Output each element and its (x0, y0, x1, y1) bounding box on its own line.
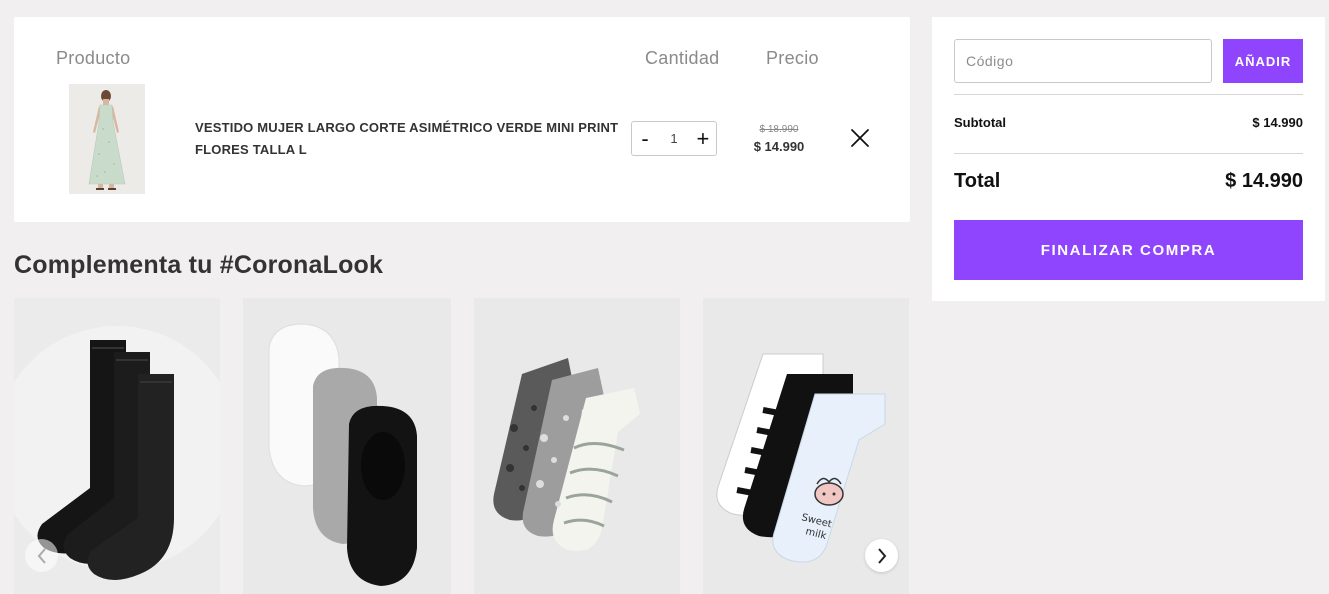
product-name[interactable]: VESTIDO MUJER LARGO CORTE ASIMÉTRICO VER… (195, 117, 625, 161)
subtotal-label: Subtotal (954, 115, 1006, 130)
total-value: $ 14.990 (1225, 170, 1303, 192)
order-summary-card: AÑADIR Subtotal $ 14.990 Total $ 14.990 … (932, 17, 1325, 301)
sale-price: $ 14.990 (753, 139, 805, 154)
subtotal-row: Subtotal $ 14.990 (954, 115, 1303, 130)
total-label: Total (954, 170, 1001, 192)
divider (954, 94, 1303, 95)
checkout-button[interactable]: FINALIZAR COMPRA (954, 220, 1303, 280)
remove-item-button[interactable] (850, 128, 870, 148)
product-column-header: Producto (56, 48, 131, 68)
price-column-header: Precio (766, 48, 819, 68)
recommendation-item[interactable] (243, 298, 451, 594)
chevron-left-icon (37, 547, 46, 564)
recommendation-item[interactable] (474, 298, 680, 594)
total-row: Total $ 14.990 (954, 170, 1303, 193)
animal-print-socks-icon (493, 358, 640, 552)
chevron-right-icon (877, 547, 886, 564)
discount-code-input[interactable] (954, 39, 1212, 83)
quantity-stepper: - 1 + (631, 121, 717, 156)
product-image[interactable] (69, 84, 145, 194)
close-icon (851, 129, 869, 147)
carousel-prev-button[interactable] (25, 539, 58, 572)
quantity-column-header: Cantidad (645, 48, 720, 68)
divider (954, 153, 1303, 154)
carousel-next-button[interactable] (865, 539, 898, 572)
invisible-socks-icon (268, 323, 417, 586)
cart-card: Producto Cantidad Precio VESTIDO MUJER L… (14, 17, 910, 222)
subtotal-value: $ 14.990 (1252, 115, 1303, 130)
apply-code-button[interactable]: AÑADIR (1223, 39, 1303, 83)
recommendations-title: Complementa tu #CoronaLook (14, 251, 384, 279)
increase-quantity-button[interactable]: + (690, 122, 716, 155)
original-price: $ 18.990 (759, 124, 799, 135)
decrease-quantity-button[interactable]: - (632, 122, 658, 155)
quantity-value[interactable]: 1 (670, 131, 677, 146)
